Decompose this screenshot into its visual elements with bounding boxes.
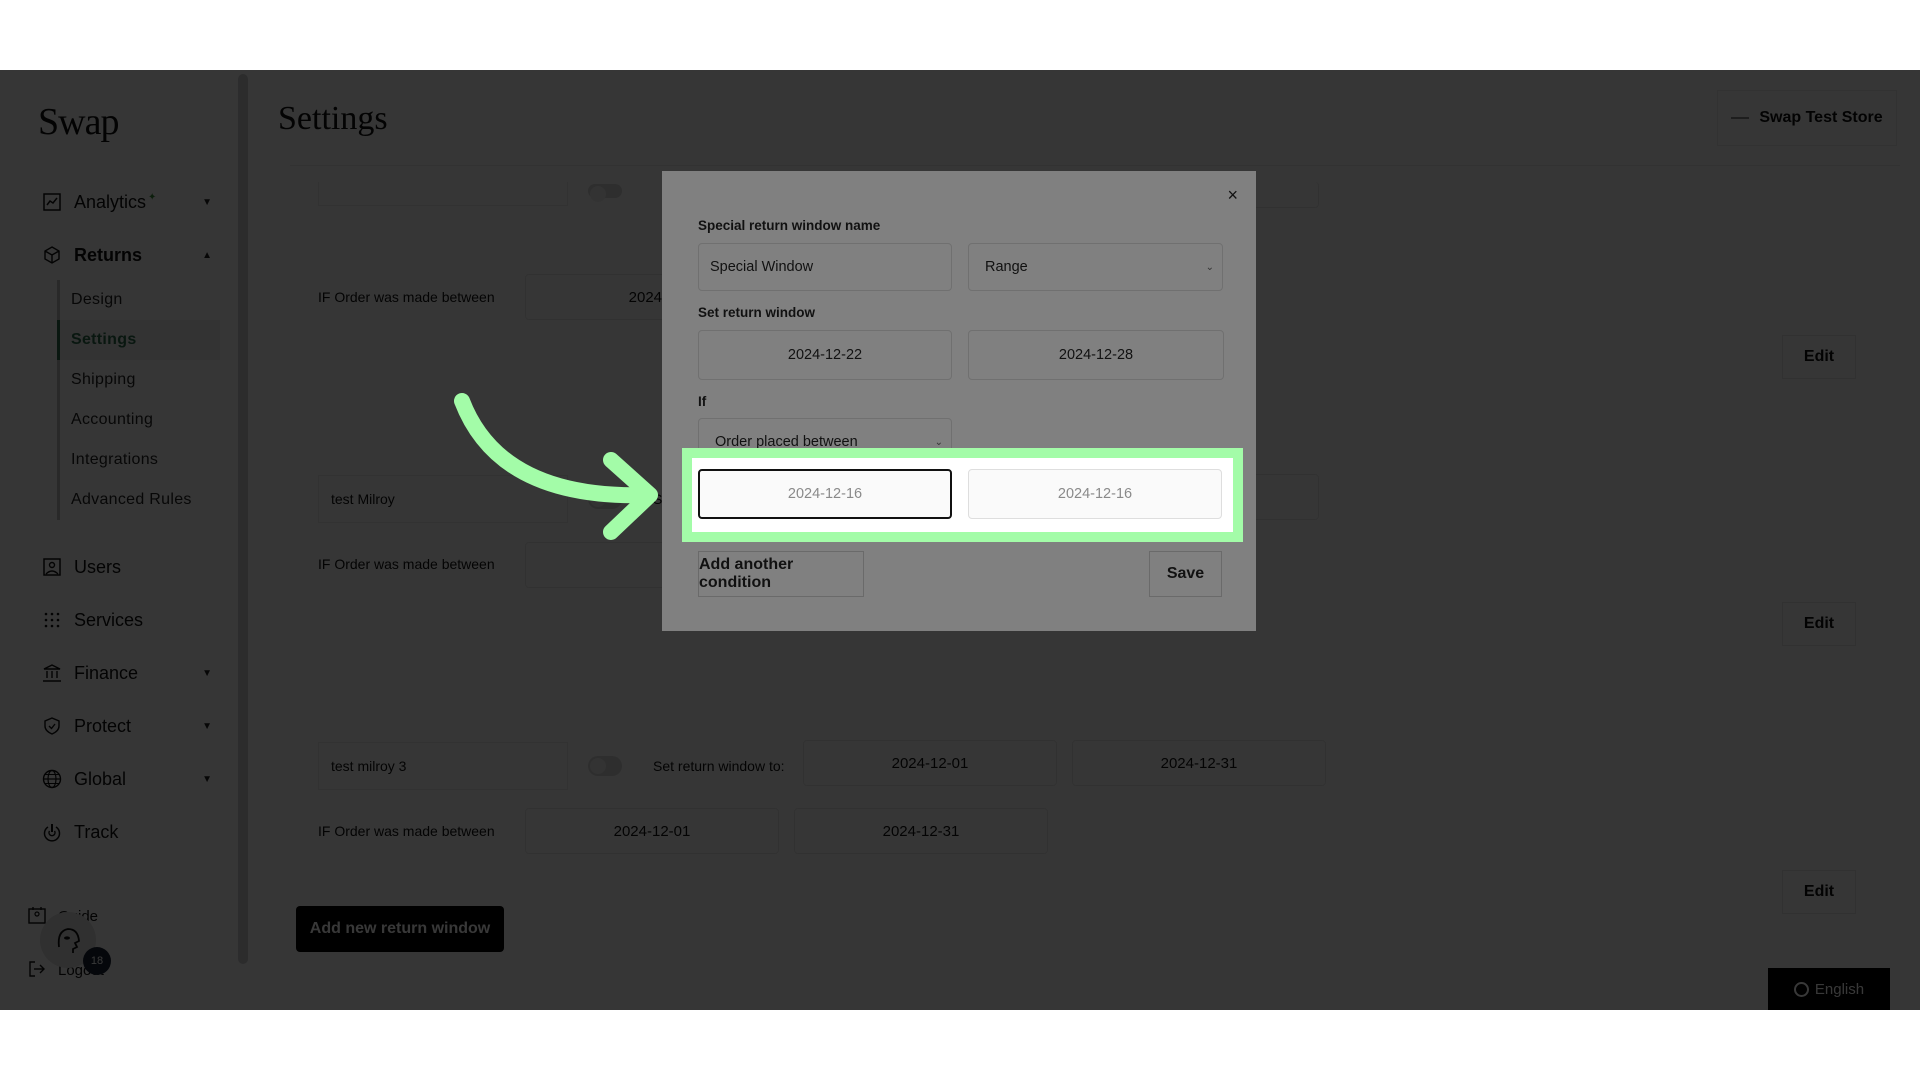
add-condition-button[interactable]: Add another condition bbox=[698, 551, 864, 597]
window-end-date[interactable]: 2024-12-28 bbox=[968, 330, 1224, 380]
chevron-down-icon: ⌄ bbox=[934, 436, 943, 448]
condition-end-date[interactable]: 2024-12-16 bbox=[968, 469, 1222, 519]
window-type-select[interactable]: Range ⌄ bbox=[968, 243, 1223, 291]
special-return-window-modal: × Special return window name Special Win… bbox=[662, 171, 1256, 631]
window-name-input[interactable]: Special Window bbox=[698, 243, 952, 291]
chevron-down-icon: ⌄ bbox=[1205, 261, 1214, 273]
window-start-date[interactable]: 2024-12-22 bbox=[698, 330, 952, 380]
select-value: Range bbox=[985, 259, 1028, 275]
save-button[interactable]: Save bbox=[1149, 551, 1222, 597]
highlight-inner: 2024-12-16 2024-12-16 bbox=[692, 458, 1233, 532]
input-value: Special Window bbox=[710, 259, 814, 275]
annotation-arrow-icon bbox=[454, 393, 658, 540]
set-window-label: Set return window bbox=[698, 305, 816, 320]
highlight-box: 2024-12-16 2024-12-16 bbox=[682, 448, 1243, 542]
if-label: If bbox=[698, 394, 707, 409]
close-icon[interactable]: × bbox=[1227, 185, 1238, 206]
condition-start-date[interactable]: 2024-12-16 bbox=[698, 469, 952, 519]
name-label: Special return window name bbox=[698, 218, 881, 233]
